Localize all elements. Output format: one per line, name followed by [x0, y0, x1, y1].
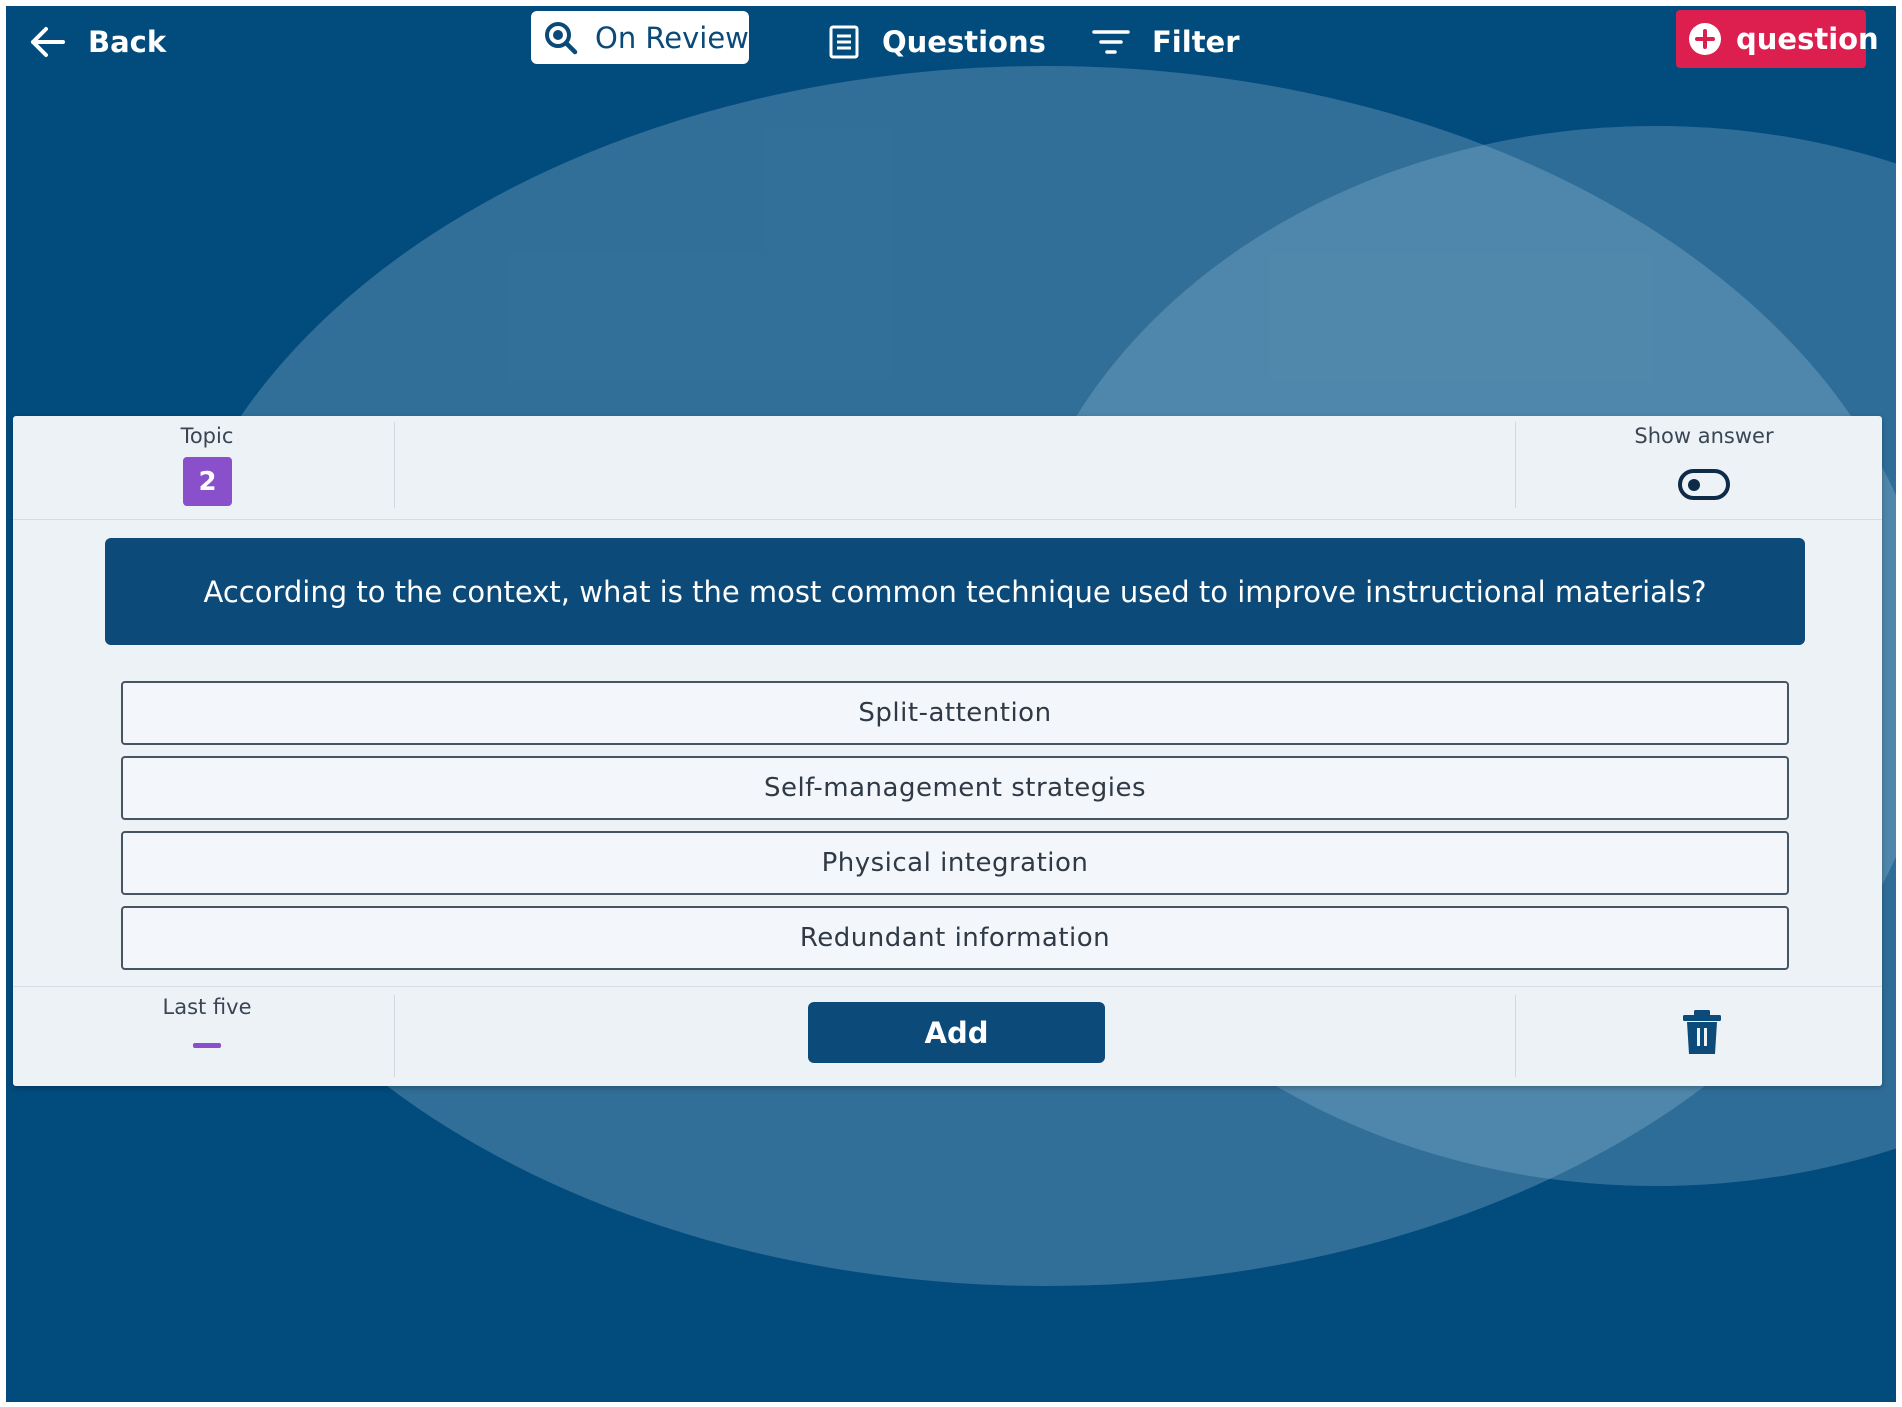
answer-option[interactable]: Physical integration — [121, 831, 1789, 895]
arrow-left-icon — [30, 26, 66, 58]
app-screen: Back On Review Questions Filter question… — [6, 6, 1896, 1402]
divider — [394, 422, 395, 508]
answer-option[interactable]: Split-attention — [121, 681, 1789, 745]
topic-badge[interactable]: 2 — [183, 457, 232, 506]
answer-option[interactable]: Self-management strategies — [121, 756, 1789, 820]
divider — [394, 995, 395, 1077]
back-label: Back — [88, 25, 167, 59]
filter-label: Filter — [1152, 25, 1240, 59]
show-answer-label: Show answer — [1634, 424, 1774, 448]
show-answer-toggle[interactable] — [1678, 469, 1730, 500]
document-icon — [828, 24, 860, 60]
divider — [1515, 422, 1516, 508]
card-footer: Last five Add — [13, 986, 1882, 1086]
topic-label: Topic — [180, 424, 234, 448]
plus-circle-icon — [1688, 22, 1722, 56]
toggle-knob — [1688, 479, 1700, 491]
back-button[interactable]: Back — [30, 20, 166, 64]
answer-option[interactable]: Redundant information — [121, 906, 1789, 970]
add-question-button[interactable]: question — [1676, 10, 1879, 68]
divider — [1515, 995, 1516, 1077]
on-review-label: On Review — [595, 20, 749, 55]
questions-tab[interactable]: Questions — [828, 20, 1046, 64]
add-question-label: question — [1736, 22, 1879, 56]
add-button[interactable]: Add — [808, 1002, 1105, 1063]
top-navigation-bar: Back On Review Questions Filter question — [6, 6, 1896, 78]
on-review-tab[interactable]: On Review — [531, 11, 749, 64]
question-card: Topic 2 Show answer According to the con… — [13, 416, 1882, 1086]
questions-label: Questions — [882, 25, 1046, 59]
question-text: According to the context, what is the mo… — [105, 538, 1805, 645]
last-five-indicator — [193, 1043, 221, 1048]
card-header: Topic 2 Show answer — [13, 416, 1882, 520]
trash-icon[interactable] — [1682, 1009, 1722, 1059]
search-icon — [543, 20, 579, 56]
filter-icon — [1092, 26, 1130, 58]
last-five-label: Last five — [162, 995, 252, 1019]
filter-button[interactable]: Filter — [1092, 20, 1240, 64]
